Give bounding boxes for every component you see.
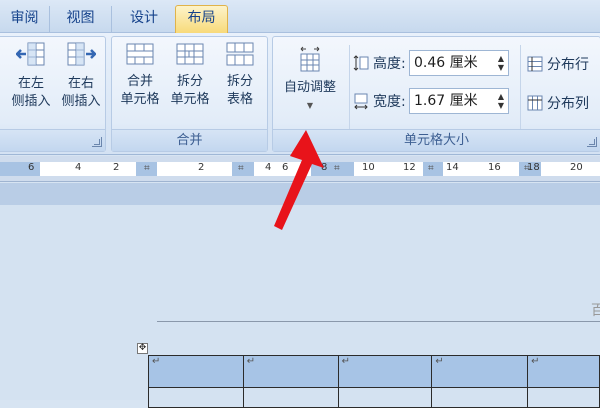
group-divider [520,45,521,129]
distribute-columns-icon [527,95,543,111]
merge-cells-icon [126,43,154,65]
table-cell[interactable] [431,387,529,408]
insert-left-icon [16,42,45,66]
split-cells-button[interactable]: 拆分 单元格 [165,41,215,109]
spinner-arrows-icon[interactable]: ▲ ▼ [498,54,504,72]
split-table-button[interactable]: 拆分 表格 [215,41,265,109]
header-text-fragment: 百 [591,303,600,319]
ruler-number: 2 [198,162,205,173]
cell-end-mark: ↵ [152,356,161,367]
cell-end-mark: ↵ [341,356,350,367]
height-spinner[interactable]: 0.46 厘米 ▲ ▼ [409,50,509,76]
height-label: 高度: [373,56,406,72]
tab-review[interactable]: 审阅 [0,6,50,33]
table-move-handle-icon[interactable]: ✥ [137,343,148,354]
rows-columns-group-label [0,129,105,151]
group-divider [349,45,350,129]
ruler-number: 16 [488,162,501,173]
merge-cells-label-1: 合并 [126,74,153,89]
split-cells-label-2: 单元格 [170,92,210,107]
word-table[interactable]: ↵ ↵ ↵ ↵ ↵ [148,355,600,408]
height-row: 高度: 0.46 厘米 ▲ ▼ [353,50,509,76]
table-cell[interactable]: ↵ [527,355,600,388]
ruler-column-marker-icon[interactable]: ⌗ [524,163,530,175]
cell-size-dialog-launcher-icon[interactable] [587,137,597,147]
ruler-number: 2 [113,162,120,173]
split-cells-icon [176,43,204,65]
insert-right-button[interactable]: 在右 侧插入 [56,41,106,111]
tab-view[interactable]: 视图 [50,6,112,33]
insert-right-label-1: 在右 [67,76,94,91]
spinner-arrows-icon[interactable]: ▲ ▼ [498,92,504,110]
width-row: 宽度: 1.67 厘米 ▲ ▼ [353,88,509,114]
row-height-icon [353,55,369,71]
distribute-columns-label: 分布列 [547,96,589,112]
cell-end-mark: ↵ [531,356,540,367]
insert-left-label-1: 在左 [17,76,44,91]
ruler-number: 12 [403,162,416,173]
rows-columns-group: 在左 侧插入 在右 侧插入 [0,36,106,152]
ruler-number: 4 [75,162,82,173]
column-width-icon [354,93,368,110]
merge-cells-button[interactable]: 合并 单元格 [115,41,165,109]
distribute-rows-icon [527,56,543,72]
table-cell[interactable]: ↵ [431,355,529,388]
merge-cells-label-2: 单元格 [120,92,160,107]
width-label: 宽度: [373,94,406,110]
rows-columns-dialog-launcher-icon[interactable] [92,137,102,147]
tab-design[interactable]: 设计 [115,6,173,33]
autofit-icon [300,46,320,72]
ruler-number: 6 [28,162,35,173]
width-value[interactable]: 1.67 厘米 [414,93,478,109]
table-cell[interactable] [148,387,244,408]
table-cell[interactable] [242,387,339,408]
header-divider-line [157,321,600,322]
split-cells-label-1: 拆分 [176,74,203,89]
red-arrow-icon [274,130,324,230]
table-cell[interactable] [337,387,433,408]
width-spinner[interactable]: 1.67 厘米 ▲ ▼ [409,88,509,114]
table-cell[interactable]: ↵ [337,355,433,388]
cell-end-mark: ↵ [435,356,444,367]
ruler-number: 20 [570,162,583,173]
height-value[interactable]: 0.46 厘米 [414,55,478,71]
autofit-button[interactable]: 自动调整 ▼ [276,45,344,115]
ruler-number: 10 [362,162,375,173]
split-table-label-2: 表格 [226,92,253,107]
split-table-label-1: 拆分 [226,74,253,89]
tab-layout[interactable]: 布局 [175,5,228,34]
autofit-dropdown-icon: ▼ [306,101,314,110]
ruler-column-marker-icon[interactable]: ⌗ [428,163,434,175]
table-cell[interactable]: ↵ [148,355,244,388]
insert-right-label-2: 侧插入 [61,94,101,109]
table-cell[interactable]: ↵ [242,355,339,388]
ribbon-tab-strip: 审阅 视图 设计 布局 [0,0,600,34]
table-cell[interactable] [527,387,600,408]
distribute-rows-label: 分布行 [547,57,589,73]
cell-end-mark: ↵ [246,356,256,367]
distribute-columns-button[interactable]: 分布列 [527,93,589,113]
autofit-label: 自动调整 [283,80,336,95]
distribute-rows-button[interactable]: 分布行 [527,54,589,74]
insert-left-label-2: 侧插入 [11,94,51,109]
insert-right-icon [67,42,96,66]
insert-left-button[interactable]: 在左 侧插入 [6,41,56,111]
ruler-column-marker-icon[interactable]: ⌗ [144,163,150,175]
ruler-column-marker-icon[interactable]: ⌗ [238,163,244,175]
red-arrow-shape [274,130,324,230]
ruler-column-marker-icon[interactable]: ⌗ [334,163,340,175]
merge-group-label: 合并 [112,129,267,151]
merge-group: 合并 单元格 拆分 单元格 拆分 表格 合并 [111,36,268,152]
split-table-icon [226,42,254,66]
ruler-number: 14 [446,162,459,173]
